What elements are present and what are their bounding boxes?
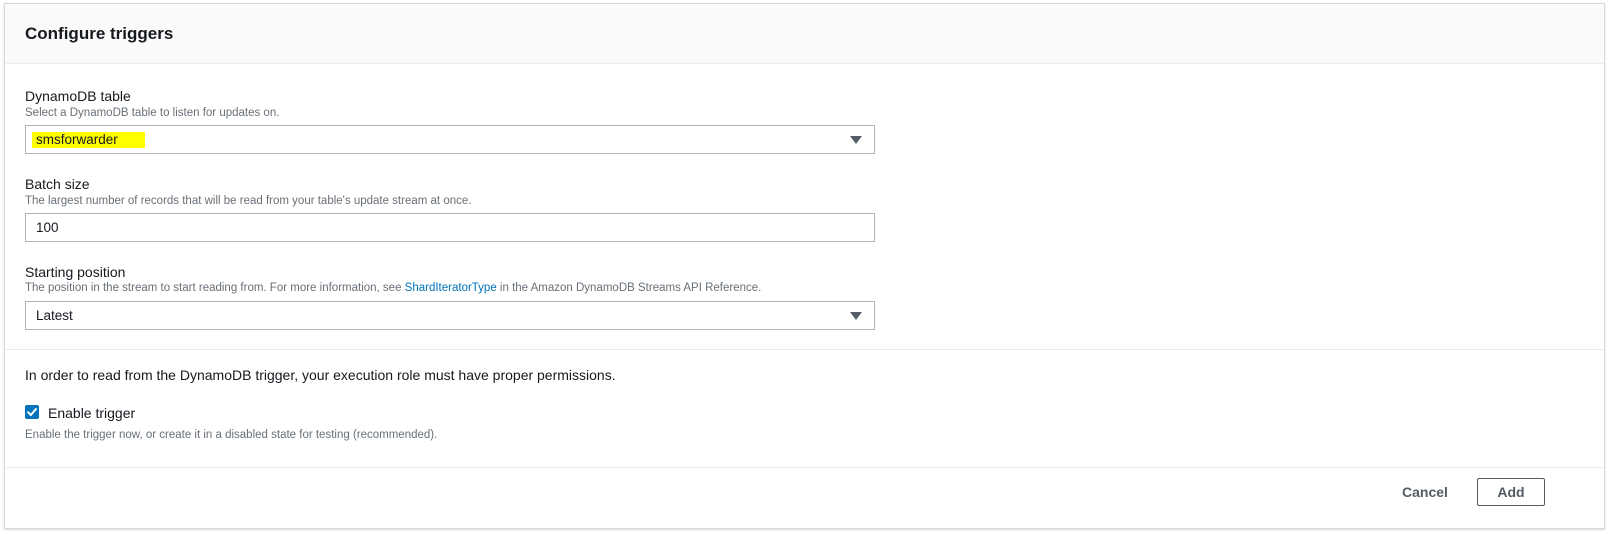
enable-trigger-description: Enable the trigger now, or create it in …	[25, 429, 438, 441]
dynamodb-table-selected-value: smsforwarder	[32, 132, 145, 148]
starting-position-desc-suffix: in the Amazon DynamoDB Streams API Refer…	[496, 282, 762, 294]
batch-size-input[interactable]: 100	[25, 213, 875, 242]
dynamodb-table-select[interactable]: smsforwarder	[25, 125, 875, 154]
dynamodb-table-label: DynamoDB table	[25, 88, 131, 104]
caret-down-icon	[850, 312, 862, 320]
checkmark-icon	[27, 408, 37, 416]
batch-size-description: The largest number of records that will …	[25, 195, 472, 207]
panel-header: Configure triggers	[5, 4, 1604, 64]
batch-size-label: Batch size	[25, 176, 90, 192]
dynamodb-table-description: Select a DynamoDB table to listen for up…	[25, 107, 280, 119]
shard-iterator-type-link[interactable]: ShardIteratorType	[405, 282, 497, 294]
configure-triggers-panel: Configure triggers DynamoDB table Select…	[4, 3, 1605, 529]
cancel-button[interactable]: Cancel	[1385, 478, 1465, 506]
starting-position-select[interactable]: Latest	[25, 301, 875, 330]
starting-position-selected-value: Latest	[36, 308, 73, 323]
batch-size-value: 100	[36, 220, 59, 235]
starting-position-label: Starting position	[25, 264, 126, 280]
caret-down-icon	[850, 136, 862, 144]
permissions-note: In order to read from the DynamoDB trigg…	[25, 367, 616, 383]
starting-position-description: The position in the stream to start read…	[25, 282, 761, 294]
starting-position-desc-text: The position in the stream to start read…	[25, 282, 405, 294]
add-button[interactable]: Add	[1477, 478, 1545, 506]
panel-title: Configure triggers	[25, 24, 174, 43]
enable-trigger-label[interactable]: Enable trigger	[48, 405, 135, 421]
footer-divider	[5, 467, 1604, 468]
enable-trigger-checkbox[interactable]	[25, 405, 39, 419]
section-divider	[5, 349, 1604, 350]
